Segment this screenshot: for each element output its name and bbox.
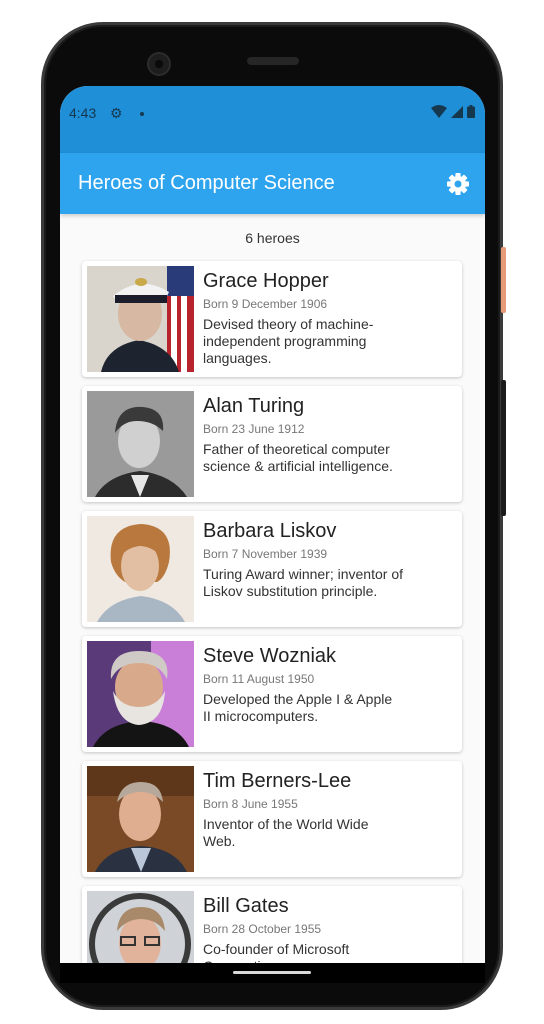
hero-name: Bill Gates [203, 895, 289, 917]
status-icons [431, 105, 475, 118]
status-time: 4:43 [69, 105, 97, 121]
hero-photo [87, 641, 194, 747]
app-title: Heroes of Computer Science [78, 172, 335, 194]
volume-button [501, 380, 506, 516]
hero-born: Born 8 June 1955 [203, 797, 298, 811]
settings-button[interactable] [445, 171, 471, 197]
hero-description: Co-founder of Microsoft Corporation. [203, 941, 350, 963]
hero-description: Inventor of the World Wide Web. [203, 816, 369, 849]
hero-card-grace-hopper[interactable]: Grace Hopper Born 9 December 1906 Devise… [82, 261, 462, 377]
hero-name: Grace Hopper [203, 270, 329, 292]
front-camera [147, 52, 171, 76]
hero-photo [87, 266, 194, 372]
hero-born: Born 28 October 1955 [203, 922, 322, 936]
app-bar: Heroes of Computer Science [60, 153, 485, 214]
earpiece-speaker [247, 57, 299, 65]
hero-card-tim-berners-lee[interactable]: Tim Berners-Lee Born 8 June 1955 Invento… [82, 761, 462, 877]
hero-name: Steve Wozniak [203, 645, 337, 667]
app-screen: 4:43 ⚙ Heroes of Computer Science 6 hero… [60, 86, 485, 963]
hero-name: Alan Turing [203, 395, 305, 417]
hero-born: Born 9 December 1906 [203, 297, 328, 311]
hero-born: Born 7 November 1939 [203, 547, 328, 561]
hero-photo [87, 891, 194, 963]
hero-description: Devised theory of machine-independent pr… [203, 316, 374, 366]
hero-card-barbara-liskov[interactable]: Barbara Liskov Born 7 November 1939 Turi… [82, 511, 462, 627]
status-gear-icon: ⚙ [110, 105, 123, 121]
hero-born: Born 11 August 1950 [203, 672, 315, 686]
notification-dot-icon [140, 112, 144, 116]
settings-gear-icon [447, 173, 469, 195]
wifi-icon [431, 105, 447, 118]
battery-icon [467, 105, 475, 118]
hero-description: Father of theoretical computer science &… [203, 441, 393, 474]
hero-name: Tim Berners-Lee [203, 770, 352, 792]
signal-icon [451, 105, 463, 118]
hero-photo [87, 391, 194, 497]
hero-card-alan-turing[interactable]: Alan Turing Born 23 June 1912 Father of … [82, 386, 462, 502]
hero-description: Developed the Apple I & Apple II microco… [203, 691, 393, 724]
hero-card-bill-gates[interactable]: Bill Gates Born 28 October 1955 Co-found… [82, 886, 462, 963]
hero-born: Born 23 June 1912 [203, 422, 305, 436]
hero-count: 6 heroes [245, 230, 300, 246]
hero-photo [87, 516, 194, 622]
power-button [501, 247, 506, 313]
home-gesture-handle[interactable] [233, 971, 311, 974]
hero-description: Turing Award winner; inventor of Liskov … [203, 566, 403, 599]
hero-photo [87, 766, 194, 872]
status-bar: 4:43 ⚙ [60, 86, 485, 153]
hero-name: Barbara Liskov [203, 520, 337, 542]
hero-card-steve-wozniak[interactable]: Steve Wozniak Born 11 August 1950 Develo… [82, 636, 462, 752]
